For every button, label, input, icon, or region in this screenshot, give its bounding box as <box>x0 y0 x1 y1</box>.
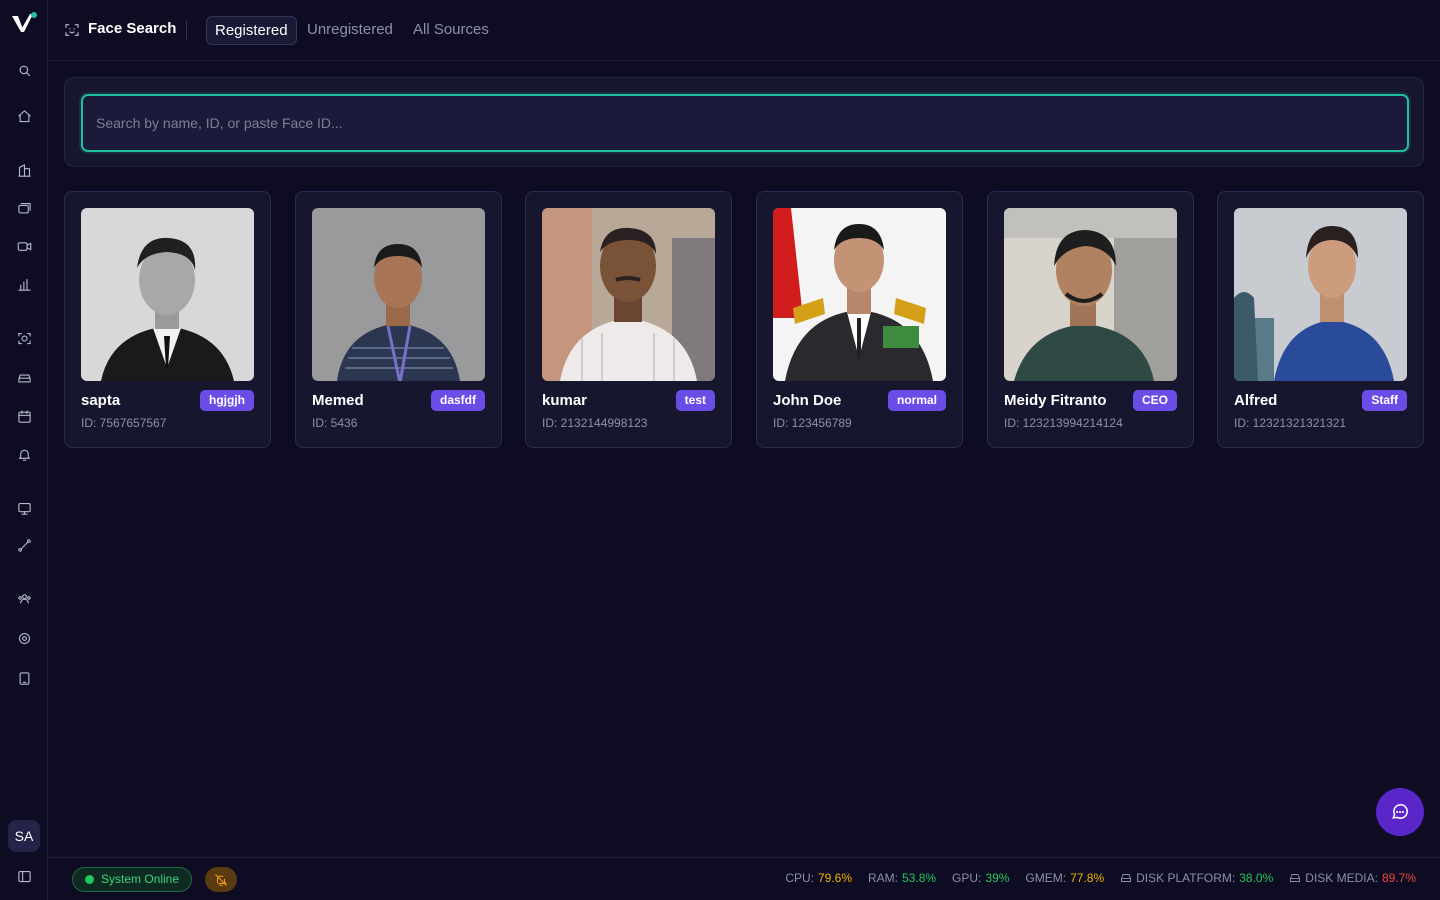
metric-value: 89.7% <box>1381 871 1416 885</box>
person-id: ID: 12321321321321 <box>1234 416 1347 430</box>
metric-label: RAM: <box>868 871 899 885</box>
person-tag-badge: normal <box>887 390 946 411</box>
person-card-alfred[interactable]: Alfred Staff ID: 12321321321321 <box>1217 191 1424 448</box>
metric-ram: RAM: 53.8% <box>868 871 936 885</box>
metric-disk-platform: DISK PLATFORM: 38.0% <box>1120 871 1273 885</box>
metric-gmem: GMEM: 77.8% <box>1025 871 1104 885</box>
status-bar: System Online CPU: 79.6% RAM: 53.8% GPU:… <box>48 857 1440 900</box>
person-name: John Doe <box>773 392 842 409</box>
search-icon[interactable] <box>14 60 34 80</box>
person-tag-badge: hgjgjh <box>200 390 254 411</box>
face-scan-icon <box>64 22 80 38</box>
search-input[interactable] <box>81 94 1409 152</box>
search-panel <box>64 77 1424 167</box>
person-name: sapta <box>81 392 121 409</box>
metric-label: CPU: <box>785 871 814 885</box>
chat-bubble-icon <box>1392 804 1408 819</box>
person-name: Memed <box>312 392 364 409</box>
person-id: ID: 7567657567 <box>81 416 167 430</box>
home-icon[interactable] <box>14 106 34 126</box>
tablet-icon[interactable] <box>14 668 34 688</box>
person-name: Meidy Fitranto <box>1004 392 1107 409</box>
person-tag-badge: Staff <box>1362 390 1407 411</box>
app-logo[interactable] <box>10 10 38 36</box>
disk-icon <box>1290 874 1301 882</box>
person-tag-badge: CEO <box>1132 390 1177 411</box>
chat-button[interactable] <box>1376 788 1424 836</box>
bell-icon[interactable] <box>14 444 34 464</box>
sidebar: SA <box>0 0 48 900</box>
tab-all-sources[interactable]: All Sources <box>405 16 497 45</box>
top-header: Face Search Registered Unregistered All … <box>48 0 1440 61</box>
cameras-icon[interactable] <box>14 198 34 218</box>
system-status-badge: System Online <box>72 867 193 892</box>
metric-label: GMEM: <box>1025 871 1067 885</box>
status-dot <box>85 875 94 884</box>
metric-label: DISK PLATFORM: <box>1136 871 1236 885</box>
route-icon[interactable] <box>14 535 34 555</box>
person-photo <box>1234 208 1407 381</box>
calendar-icon[interactable] <box>14 406 34 426</box>
tab-registered[interactable]: Registered <box>206 16 297 45</box>
metric-value: 38.0% <box>1239 871 1274 885</box>
person-name: Alfred <box>1234 392 1278 409</box>
users-icon[interactable] <box>14 588 34 608</box>
person-photo <box>1004 208 1177 381</box>
person-photo <box>81 208 254 381</box>
metric-value: 77.8% <box>1070 871 1105 885</box>
metric-value: 53.8% <box>902 871 937 885</box>
metric-cpu: CPU: 79.6% <box>785 871 852 885</box>
person-card-sapta[interactable]: sapta hgjgjh ID: 7567657567 <box>64 191 271 448</box>
notifications-muted-button[interactable] <box>205 867 237 892</box>
person-id: ID: 5436 <box>312 416 358 430</box>
disk-icon <box>1121 874 1132 882</box>
person-photo <box>542 208 715 381</box>
video-icon[interactable] <box>14 236 34 256</box>
sidebar-toggle-icon[interactable] <box>14 866 34 886</box>
system-status-label: System Online <box>101 872 180 886</box>
tab-unregistered[interactable]: Unregistered <box>299 16 401 45</box>
person-name: kumar <box>542 392 588 409</box>
person-tag-badge: dasfdf <box>431 390 485 411</box>
user-avatar[interactable]: SA <box>8 820 40 852</box>
system-metrics: CPU: 79.6% RAM: 53.8% GPU: 39% GMEM: 77.… <box>785 871 1416 885</box>
metric-label: DISK MEDIA: <box>1305 871 1378 885</box>
bar-chart-icon[interactable] <box>14 274 34 294</box>
metric-value: 79.6% <box>817 871 853 885</box>
metric-disk-media: DISK MEDIA: 89.7% <box>1289 871 1416 885</box>
person-photo <box>773 208 946 381</box>
car-icon[interactable] <box>14 367 34 387</box>
person-card-john-doe[interactable]: John Doe normal ID: 123456789 <box>756 191 963 448</box>
person-id: ID: 123213994214124 <box>1004 416 1123 430</box>
person-id: ID: 2132144998123 <box>542 416 648 430</box>
person-photo <box>312 208 485 381</box>
metric-value: 39% <box>985 871 1010 885</box>
person-card-memed[interactable]: Memed dasfdf ID: 5436 <box>295 191 502 448</box>
header-divider <box>186 20 187 40</box>
metric-label: GPU: <box>952 871 982 885</box>
settings-icon[interactable] <box>14 628 34 648</box>
bell-off-icon <box>215 873 227 886</box>
person-card-meidy-fitranto[interactable]: Meidy Fitranto CEO ID: 123213994214124 <box>987 191 1194 448</box>
monitor-icon[interactable] <box>14 498 34 518</box>
person-tag-badge: test <box>675 390 715 411</box>
page-title: Face Search <box>88 20 177 37</box>
person-card-kumar[interactable]: kumar test ID: 2132144998123 <box>525 191 732 448</box>
face-scan-icon[interactable] <box>14 328 34 348</box>
person-id: ID: 123456789 <box>773 416 852 430</box>
metric-gpu: GPU: 39% <box>952 871 1009 885</box>
building-icon[interactable] <box>14 160 34 180</box>
